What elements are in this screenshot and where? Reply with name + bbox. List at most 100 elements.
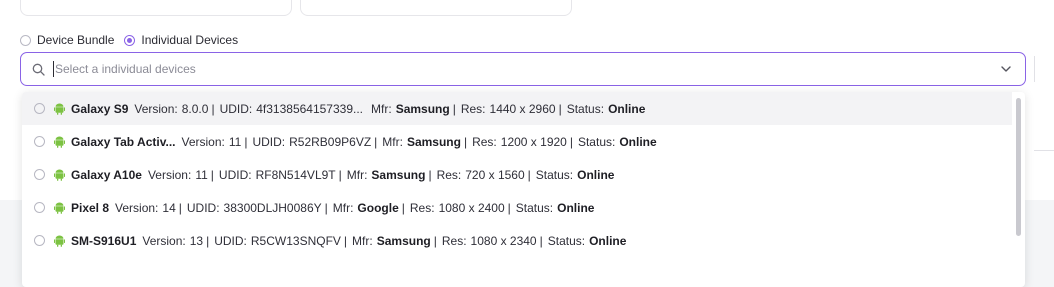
mfr-label: Mfr: [371,101,392,116]
manufacturer-value: Samsung [376,233,431,248]
separator: | [206,233,210,248]
individual-devices-radio[interactable] [124,34,136,46]
version-label: Version: [115,200,159,215]
previous-field-1[interactable] [20,0,292,16]
android-icon [53,135,65,148]
resolution-label: Res: [472,134,497,149]
status-value: Online [557,200,595,215]
separator: | [244,134,248,149]
resolution-label: Res: [460,101,486,116]
mfr-label: Mfr: [332,200,354,215]
adjacent-control-edge [1034,56,1039,82]
version-value: 11 [228,134,242,149]
status-label: Status: [515,200,554,215]
version-label: Version: [147,167,192,182]
version-value: 8.0.0 [181,101,209,116]
separator: | [338,167,342,182]
device-name: Galaxy Tab Activ... [71,134,176,149]
device-name: SM-S916U1 [71,233,137,248]
separator: | [211,101,215,116]
chevron-down-icon[interactable] [999,62,1013,76]
android-icon [53,168,65,181]
version-label: Version: [181,134,225,149]
previous-field-2[interactable] [300,0,572,16]
separator: | [539,233,543,248]
version-label: Version: [142,233,186,248]
separator: | [569,134,573,149]
separator: | [428,167,432,182]
status-value: Online [577,167,615,182]
device-bundle-label[interactable]: Device Bundle [37,33,114,47]
device-search-input[interactable] [53,61,999,77]
separator: | [178,200,182,215]
android-icon [53,102,65,115]
selection-mode-group: Device Bundle Individual Devices [20,32,248,48]
udid-value: R52RB09P6VZ [289,134,372,149]
udid-value: R5CW13SNQFV [250,233,341,248]
device-bundle-radio[interactable] [20,34,31,46]
separator: | [433,233,437,248]
resolution-value: 1080 x 2340 [470,233,537,248]
resolution-value: 1440 x 2960 [489,101,556,116]
device-checkbox[interactable] [34,103,45,114]
device-option-row[interactable]: SM-S916U1 Version: 13 | UDID: R5CW13SNQFV | Mfr… [22,224,1012,257]
separator: | [452,101,456,116]
separator: | [343,233,348,248]
separator: | [324,200,328,215]
udid-value: 38300DLJH0086Y [223,200,322,215]
separator: | [527,167,531,182]
device-checkbox[interactable] [34,169,45,180]
resolution-value: 1200 x 1920 [500,134,567,149]
status-label: Status: [547,233,586,248]
udid-label: UDID: [219,101,253,116]
resolution-label: Res: [436,167,462,182]
android-icon [53,201,65,214]
status-label: Status: [535,167,574,182]
manufacturer-value: Samsung [395,101,450,116]
device-name: Galaxy A10e [71,167,142,182]
manufacturer-value: Samsung [406,134,461,149]
separator: | [374,134,378,149]
resolution-label: Res: [409,200,435,215]
udid-label: UDID: [186,200,220,215]
device-search-select[interactable] [20,52,1026,86]
manufacturer-value: Samsung [371,167,426,182]
udid-value: RF8N514VL9T [255,167,336,182]
dropdown-scrollbar[interactable] [1016,98,1021,236]
mfr-label: Mfr: [352,233,373,248]
separator: | [507,200,511,215]
udid-label: UDID: [218,167,252,182]
status-value: Online [619,134,657,149]
status-value: Online [589,233,627,248]
device-dropdown-list[interactable]: Galaxy S9 Version: 8.0.0 | UDID: 4f3138564157… [22,92,1025,287]
status-value: Online [608,101,646,116]
udid-label: UDID: [252,134,286,149]
device-checkbox[interactable] [34,202,45,213]
individual-devices-label[interactable]: Individual Devices [141,33,238,47]
version-value: 14 [162,200,176,215]
search-icon [31,62,45,76]
separator: | [463,134,468,149]
status-label: Status: [566,101,605,116]
version-value: 13 [189,233,204,248]
device-option-row[interactable]: Galaxy Tab Activ... Version: 11 | UDID: R52RB… [22,125,1012,158]
device-option-row[interactable]: Galaxy S9 Version: 8.0.0 | UDID: 4f3138564157… [22,92,1012,125]
manufacturer-value: Google [357,200,399,215]
mfr-label: Mfr: [346,167,368,182]
version-label: Version: [134,101,178,116]
device-checkbox[interactable] [34,136,45,147]
device-option-row[interactable]: Pixel 8 Version: 14 | UDID: 38300DLJH0086Y | Mf… [22,191,1012,224]
device-option-row[interactable]: Galaxy A10e Version: 11 | UDID: RF8N514VL9T | M… [22,158,1012,191]
status-label: Status: [577,134,616,149]
udid-label: UDID: [214,233,247,248]
device-name: Pixel 8 [71,200,110,215]
device-checkbox[interactable] [34,235,45,246]
device-name: Galaxy S9 [71,101,129,116]
separator: | [558,101,562,116]
separator: | [210,167,214,182]
resolution-value: 720 x 1560 [465,167,525,182]
resolution-label: Res: [441,233,467,248]
udid-value: 4f3138564157339... [256,101,364,116]
separator: | [401,200,405,215]
divider [1034,150,1054,151]
